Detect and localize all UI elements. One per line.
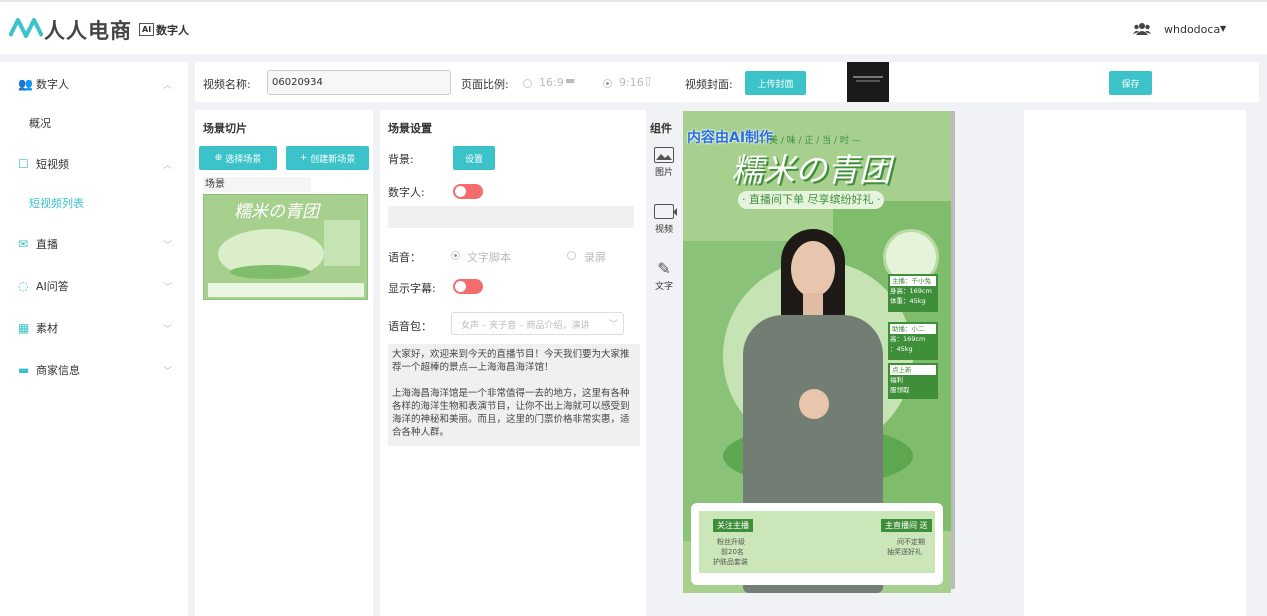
image-icon <box>654 147 674 163</box>
voice-package-select[interactable]: 女声 – 夹子音 – 商品介绍，演讲 ﹀ <box>451 312 624 335</box>
video-name-input[interactable] <box>267 70 451 95</box>
chevron-down-icon: ﹀ <box>163 282 173 293</box>
video-toolbar: 视频名称: 页面比例: 16:9 ▬ 9:16 ▯ 视频封面: 上传封面 保存 <box>195 62 1259 102</box>
presenter-neck <box>803 293 823 317</box>
ratio-16-9-radio[interactable] <box>523 79 532 88</box>
components-title: 组件 <box>650 122 672 135</box>
settings-panel: 场景设置 背景: 设置 数字人: 语音： 文字脚本 录屏 显示字幕: 语音包： … <box>380 110 646 616</box>
subtitle-label: 显示字幕: <box>388 282 436 295</box>
voice-text-label[interactable]: 文字脚本 <box>467 249 511 265</box>
username[interactable]: whdodoca <box>1164 23 1220 36</box>
sidebar: 👥 数字人 ︿ 概况 ☐ 短视频 ︿ 短视频列表 ✉ 直播 ﹀ ◌ AI问答 ﹀… <box>0 62 188 616</box>
chevron-down-icon: ﹀ <box>163 324 173 335</box>
users-icon: 👥 <box>18 77 33 91</box>
component-image[interactable]: 图片 <box>648 147 680 178</box>
avatar-toggle[interactable] <box>453 184 483 199</box>
sidebar-item-overview[interactable]: 概况 <box>0 103 188 143</box>
background-set-button[interactable]: 设置 <box>453 146 495 170</box>
create-scene-button[interactable]: + 创建新场景 <box>286 146 369 170</box>
cover-label: 视频封面: <box>685 78 733 91</box>
landscape-icon: ▬ <box>565 74 576 87</box>
top-header: 人人电商 AI 数字人 whdodoca ▼ <box>0 0 1267 54</box>
save-button[interactable]: 保存 <box>1109 71 1152 95</box>
caret-down-icon[interactable]: ▼ <box>1220 24 1226 33</box>
scene-panel: 场景切片 ⊕ 选择场景 + 创建新场景 场景 糯米の青团 <box>195 110 373 616</box>
settings-title: 场景设置 <box>388 122 432 135</box>
script-paragraph: 上海海昌海洋馆是一个非常值得一去的地方，这里有各种各样的海洋生物和表演节目，让你… <box>392 388 630 438</box>
properties-panel <box>1024 110 1246 616</box>
video-name-label: 视频名称: <box>203 78 251 91</box>
plus-icon: + <box>299 153 308 163</box>
chevron-down-icon: ﹀ <box>163 240 173 251</box>
users-icon <box>1133 23 1151 38</box>
grid-icon: ▦ <box>18 321 30 335</box>
presenter-face <box>791 241 835 297</box>
preview-canvas[interactable]: 内容由AI制作 — 美 / 味 / 正 / 当 / 时 — 糯米の青团 · 直播… <box>683 111 951 593</box>
voice-record-label[interactable]: 录屏 <box>584 249 606 265</box>
preview-subtitle: · 直播间下单 尽享缤纷好礼 · <box>738 191 885 209</box>
script-paragraph: 大家好，欢迎来到今天的直播节目！今天我们要为大家推荐一个超棒的景点—上海海昌海洋… <box>392 349 630 373</box>
subtitle-toggle[interactable] <box>453 279 483 294</box>
logo-text: 人人电商 <box>44 19 132 43</box>
avatar-select[interactable] <box>388 206 634 228</box>
store-icon: ▬ <box>18 363 30 377</box>
sidebar-item-short-video[interactable]: ☐ 短视频 ︿ <box>0 144 188 184</box>
ratio-16-9-label[interactable]: 16:9 <box>539 76 564 89</box>
host-card: 主播：千小兔 身高：169cm 体重：45kg <box>888 274 938 312</box>
portrait-icon: ▯ <box>645 74 652 87</box>
promo-banner: 关注主播 主直播间 送 粉丝升级 前20名 护肤品套装 间不定期 抽奖送好礼 <box>691 503 943 585</box>
voice-label: 语音： <box>388 251 421 264</box>
text-icon: ✎ <box>657 259 671 278</box>
scene-panel-title: 场景切片 <box>203 122 247 135</box>
voice-record-radio[interactable] <box>567 251 576 260</box>
sidebar-item-ai-qa[interactable]: ◌ AI问答 ﹀ <box>0 266 188 306</box>
components-panel: 组件 图片 视频 ✎ 文字 <box>648 110 680 616</box>
chat-icon: ◌ <box>18 279 29 293</box>
component-text[interactable]: ✎ 文字 <box>648 259 680 293</box>
preview-scrollbar[interactable] <box>951 111 955 589</box>
upload-cover-button[interactable]: 上传封面 <box>745 71 806 95</box>
logo-icon <box>8 16 44 41</box>
preview-title: 糯米の青团 <box>731 151 892 189</box>
sidebar-item-live[interactable]: ✉ 直播 ﹀ <box>0 224 188 264</box>
video-icon <box>654 204 677 219</box>
voice-text-radio[interactable] <box>451 251 460 260</box>
chevron-down-icon: ﹀ <box>163 366 173 377</box>
assistant-card: 助播：小二 高：169cm ：45kg <box>888 322 938 360</box>
ratio-9-16-radio[interactable] <box>603 79 612 88</box>
scene-item-label: 场景 <box>203 177 311 192</box>
sidebar-item-short-video-list[interactable]: 短视频列表 <box>0 183 188 223</box>
ratio-9-16-label[interactable]: 9:16 <box>619 76 644 89</box>
sidebar-item-digital-human[interactable]: 👥 数字人 ︿ <box>0 64 188 104</box>
component-video[interactable]: 视频 <box>648 204 680 235</box>
video-square-icon: ☐ <box>18 157 29 171</box>
chevron-down-icon: ﹀ <box>608 320 618 330</box>
chevron-up-icon: ︿ <box>163 160 173 171</box>
plus-circle-icon: ⊕ <box>214 153 223 163</box>
avatar-label: 数字人: <box>388 186 425 199</box>
scene-thumbnail[interactable]: 糯米の青团 <box>203 194 368 300</box>
script-textarea[interactable]: 大家好，欢迎来到今天的直播节目！今天我们要为大家推荐一个超棒的景点—上海海昌海洋… <box>388 344 640 446</box>
sidebar-item-materials[interactable]: ▦ 素材 ﹀ <box>0 308 188 348</box>
thumb-title: 糯米の青团 <box>234 202 319 222</box>
chevron-up-icon: ︿ <box>163 80 173 91</box>
cover-thumbnail[interactable] <box>847 62 889 102</box>
new-product-card: 点上新 福利 服领取 <box>888 363 938 399</box>
select-scene-button[interactable]: ⊕ 选择场景 <box>199 146 277 170</box>
background-label: 背景: <box>388 153 414 166</box>
ai-badge: AI <box>139 23 155 36</box>
presenter-hands <box>799 389 829 419</box>
mail-icon: ✉ <box>18 237 29 251</box>
product-name: 数字人 <box>156 24 189 37</box>
sidebar-item-merchant[interactable]: ▬ 商家信息 ﹀ <box>0 350 188 390</box>
voice-package-label: 语音包： <box>388 320 432 333</box>
voice-package-value: 女声 – 夹子音 – 商品介绍，演讲 <box>461 321 590 331</box>
ratio-label: 页面比例: <box>461 78 509 91</box>
